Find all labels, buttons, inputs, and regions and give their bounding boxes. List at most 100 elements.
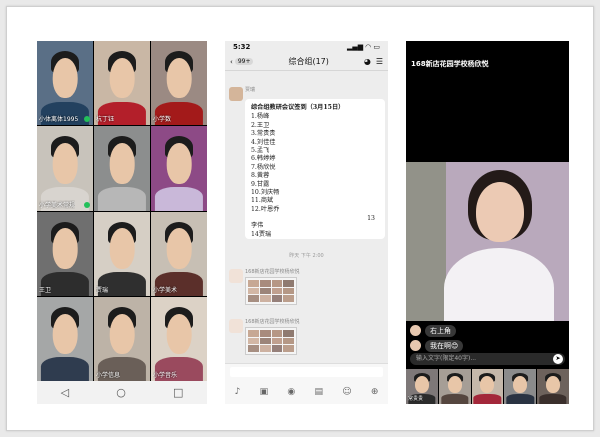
sender-name: 贾瑞 bbox=[245, 87, 256, 93]
unread-badge: 99+ bbox=[234, 58, 254, 65]
participant-face bbox=[109, 228, 135, 269]
comment-input[interactable]: 输入文字(限定40字)... ➤ bbox=[410, 353, 565, 365]
participant-name: 王卫 bbox=[39, 286, 52, 294]
chevron-left-icon: ‹ bbox=[230, 57, 233, 66]
plus-icon[interactable]: ⊕ bbox=[371, 387, 379, 397]
participant-tile[interactable] bbox=[37, 296, 93, 381]
participant-tile[interactable] bbox=[504, 369, 537, 404]
mic-icon bbox=[84, 201, 90, 208]
thumbnail-cell bbox=[259, 345, 271, 352]
thumbnail-cell bbox=[283, 287, 294, 295]
back-button[interactable]: ‹ 99+ bbox=[230, 57, 254, 66]
participant-tile[interactable]: 小学美术 bbox=[151, 211, 207, 296]
participant-tile[interactable] bbox=[438, 369, 471, 404]
thumbnail-cell bbox=[271, 345, 283, 352]
participant-name: 小学美术常规 bbox=[39, 201, 76, 209]
live-video[interactable] bbox=[406, 162, 569, 321]
sender-name: 168新店花园学校杨欣悦 bbox=[245, 269, 300, 275]
participant-body bbox=[97, 186, 147, 211]
comment-row: 我在啊😊 bbox=[410, 339, 464, 352]
thumbnail-cell bbox=[248, 287, 259, 295]
participant-tile[interactable]: 小学音乐 bbox=[151, 296, 207, 381]
participant-tile[interactable]: 王卫 bbox=[37, 211, 93, 296]
participant-face bbox=[52, 57, 78, 99]
signin-line: 6.韩婷婷 bbox=[251, 155, 276, 163]
participant-name: 杭丁钰 bbox=[96, 116, 115, 124]
participant-tile[interactable] bbox=[471, 369, 504, 404]
participant-tile[interactable]: 贾瑞 bbox=[94, 211, 150, 296]
participant-tile[interactable] bbox=[537, 369, 569, 404]
thumbnail-cell bbox=[271, 337, 283, 345]
group-members-icon[interactable]: ◕ bbox=[364, 57, 371, 66]
signin-line: 9.甘露 bbox=[251, 180, 270, 188]
signin-sheet-image[interactable]: 综合组教研会议签到（3月15日） 1.杨峰 2.王卫 3.常贵贵 4.刘佳佳 5.孟飞 6… bbox=[245, 99, 385, 239]
message-input[interactable] bbox=[230, 367, 383, 377]
participant-tile[interactable] bbox=[151, 126, 207, 211]
participant-tile[interactable]: 常贵贵 bbox=[406, 369, 438, 404]
signin-footer-line: 李伟 bbox=[251, 222, 264, 230]
home-nav-icon[interactable]: ○ bbox=[116, 386, 126, 399]
participant-face bbox=[52, 313, 78, 355]
chat-header: ‹ 99+ 综合组(17) ◕ ☰ bbox=[225, 53, 388, 71]
recents-nav-icon[interactable]: □ bbox=[173, 386, 183, 399]
chat-title: 综合组(17) bbox=[288, 57, 329, 66]
participant-body bbox=[154, 186, 204, 211]
participant-face bbox=[166, 143, 192, 184]
signin-title: 综合组教研会议签到（3月15日） bbox=[251, 104, 345, 111]
participant-face bbox=[546, 376, 561, 393]
participant-name: 小学数 bbox=[153, 116, 172, 124]
participant-tile[interactable] bbox=[94, 126, 150, 211]
back-nav-icon[interactable]: ◁ bbox=[61, 386, 69, 399]
thumbnail-cell bbox=[259, 330, 271, 337]
chat-toolbar: ♪ ▣ ◉ ▤ ☺ ⊕ bbox=[225, 379, 388, 404]
clock: 5:32 bbox=[233, 43, 251, 51]
avatar bbox=[410, 325, 421, 336]
signin-line: 7.杨欣悦 bbox=[251, 163, 276, 171]
thumbnail-cell bbox=[259, 280, 271, 287]
status-bar: 5:32 ▂▄▆ ◠ ▭ bbox=[225, 41, 388, 53]
participant-tile[interactable]: 杭丁钰 bbox=[94, 41, 150, 126]
thumbnail-cell bbox=[259, 337, 271, 345]
avatar[interactable] bbox=[229, 319, 243, 333]
menu-icon[interactable]: ☰ bbox=[376, 57, 383, 66]
image-icon[interactable]: ▣ bbox=[260, 387, 269, 397]
participant-name: 常贵贵 bbox=[408, 396, 424, 402]
thumbnail-cell bbox=[248, 330, 259, 337]
participant-tile[interactable]: 小体离体1995 bbox=[37, 41, 93, 126]
thumbnail-cell bbox=[271, 287, 283, 295]
voice-icon[interactable]: ♪ bbox=[235, 387, 241, 397]
participant-name: 小体离体1995 bbox=[39, 116, 79, 124]
signin-line: 1.杨峰 bbox=[251, 113, 270, 121]
mic-icon bbox=[84, 116, 90, 123]
participant-face bbox=[480, 376, 495, 393]
participant-face bbox=[109, 313, 135, 355]
thumbnail-cell bbox=[271, 295, 283, 302]
participant-face bbox=[513, 376, 528, 393]
meeting-screenshot-thumbnail[interactable] bbox=[245, 277, 297, 305]
signin-line: 12.叶恩乔 bbox=[251, 205, 280, 213]
thumbnail-cell bbox=[271, 280, 283, 287]
file-icon[interactable]: ▤ bbox=[314, 387, 323, 397]
participant-face bbox=[166, 313, 192, 355]
participant-tile[interactable]: 小学信息 bbox=[94, 296, 150, 381]
participant-tile[interactable]: 小学数 bbox=[151, 41, 207, 126]
meeting-screenshot-thumbnail[interactable] bbox=[245, 327, 297, 355]
thumbnail-cell bbox=[283, 280, 294, 287]
signin-line: 2.王卫 bbox=[251, 121, 270, 129]
avatar[interactable] bbox=[229, 87, 243, 101]
thumbnail-cell bbox=[248, 295, 259, 302]
thumbnail-cell bbox=[248, 280, 259, 287]
android-nav-bar: ◁ ○ □ bbox=[37, 381, 207, 404]
emoji-icon[interactable]: ☺ bbox=[342, 387, 351, 397]
message-input-bar bbox=[225, 363, 388, 379]
thumbnail-cell bbox=[283, 337, 294, 345]
participant-name: 小学音乐 bbox=[153, 372, 178, 379]
avatar[interactable] bbox=[229, 269, 243, 283]
participant-name: 贾瑞 bbox=[96, 286, 109, 294]
participant-body bbox=[473, 394, 502, 404]
camera-icon[interactable]: ◉ bbox=[287, 387, 295, 397]
participant-body bbox=[40, 357, 90, 381]
participant-face bbox=[109, 57, 135, 99]
send-icon[interactable]: ➤ bbox=[553, 354, 563, 364]
participant-tile[interactable]: 小学美术常规 bbox=[37, 126, 93, 211]
